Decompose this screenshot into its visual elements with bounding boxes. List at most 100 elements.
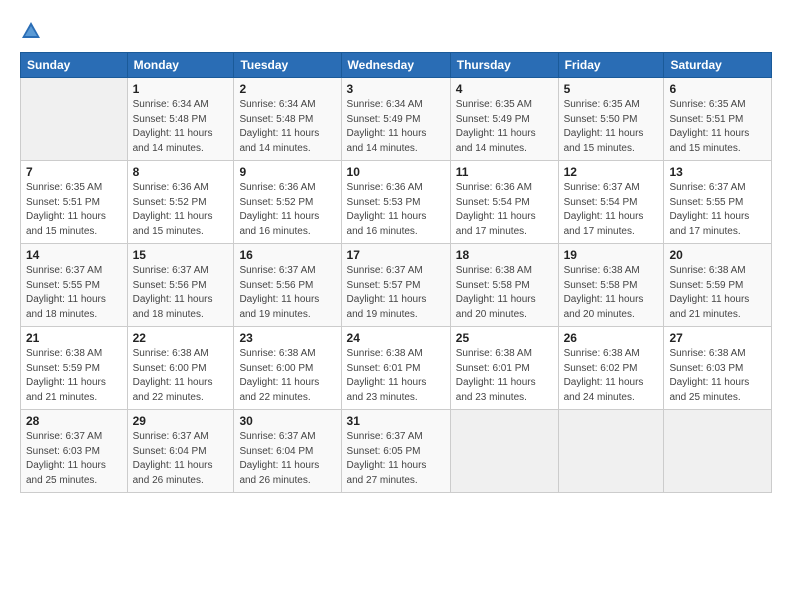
week-row-0: 1 Sunrise: 6:34 AM Sunset: 5:48 PM Daylig… bbox=[21, 78, 772, 161]
header-friday: Friday bbox=[558, 53, 664, 78]
calendar-table: SundayMondayTuesdayWednesdayThursdayFrid… bbox=[20, 52, 772, 493]
calendar-cell: 9 Sunrise: 6:36 AM Sunset: 5:52 PM Daylig… bbox=[234, 161, 341, 244]
day-number: 4 bbox=[456, 82, 553, 96]
day-number: 6 bbox=[669, 82, 766, 96]
calendar-cell: 31 Sunrise: 6:37 AM Sunset: 6:05 PM Dayli… bbox=[341, 410, 450, 493]
day-info: Sunrise: 6:38 AM Sunset: 5:59 PM Dayligh… bbox=[26, 347, 122, 405]
calendar-cell: 23Sunrise: 6:38 AM Sunset: 6:00 PM Dayli… bbox=[234, 327, 341, 410]
calendar-cell: 21 Sunrise: 6:38 AM Sunset: 5:59 PM Dayli… bbox=[21, 327, 128, 410]
calendar-cell: 18 Sunrise: 6:38 AM Sunset: 5:58 PM Dayli… bbox=[450, 244, 558, 327]
calendar-cell: 27Sunrise: 6:38 AM Sunset: 6:03 PM Dayli… bbox=[664, 327, 772, 410]
day-number: 5 bbox=[564, 82, 659, 96]
day-number: 11 bbox=[456, 165, 553, 179]
day-info: Sunrise: 6:34 AM Sunset: 5:48 PM Dayligh… bbox=[239, 98, 335, 156]
day-number: 10 bbox=[347, 165, 445, 179]
day-number: 7 bbox=[26, 165, 122, 179]
day-info: Sunrise: 6:35 AM Sunset: 5:50 PM Dayligh… bbox=[564, 98, 659, 156]
day-info: Sunrise: 6:36 AM Sunset: 5:53 PM Dayligh… bbox=[347, 181, 445, 239]
calendar-cell: 24Sunrise: 6:38 AM Sunset: 6:01 PM Dayli… bbox=[341, 327, 450, 410]
week-row-1: 7 Sunrise: 6:35 AM Sunset: 5:51 PM Daylig… bbox=[21, 161, 772, 244]
header-sunday: Sunday bbox=[21, 53, 128, 78]
calendar-cell: 11 Sunrise: 6:36 AM Sunset: 5:54 PM Dayli… bbox=[450, 161, 558, 244]
calendar-cell: 5 Sunrise: 6:35 AM Sunset: 5:50 PM Daylig… bbox=[558, 78, 664, 161]
day-number: 2 bbox=[239, 82, 335, 96]
week-row-2: 14 Sunrise: 6:37 AM Sunset: 5:55 PM Dayli… bbox=[21, 244, 772, 327]
day-number: 27 bbox=[669, 331, 766, 345]
header-thursday: Thursday bbox=[450, 53, 558, 78]
day-number: 15 bbox=[133, 248, 229, 262]
day-info: Sunrise: 6:37 AM Sunset: 6:04 PM Dayligh… bbox=[133, 430, 229, 488]
week-row-3: 21 Sunrise: 6:38 AM Sunset: 5:59 PM Dayli… bbox=[21, 327, 772, 410]
day-number: 8 bbox=[133, 165, 229, 179]
calendar-cell: 3Sunrise: 6:34 AM Sunset: 5:49 PM Daylig… bbox=[341, 78, 450, 161]
day-info: Sunrise: 6:37 AM Sunset: 6:04 PM Dayligh… bbox=[239, 430, 335, 488]
day-number: 22 bbox=[133, 331, 229, 345]
calendar-cell: 28Sunrise: 6:37 AM Sunset: 6:03 PM Dayli… bbox=[21, 410, 128, 493]
header-row: SundayMondayTuesdayWednesdayThursdayFrid… bbox=[21, 53, 772, 78]
calendar-cell: 12Sunrise: 6:37 AM Sunset: 5:54 PM Dayli… bbox=[558, 161, 664, 244]
calendar-body: 1 Sunrise: 6:34 AM Sunset: 5:48 PM Daylig… bbox=[21, 78, 772, 493]
day-number: 21 bbox=[26, 331, 122, 345]
day-number: 16 bbox=[239, 248, 335, 262]
calendar-cell: 7 Sunrise: 6:35 AM Sunset: 5:51 PM Daylig… bbox=[21, 161, 128, 244]
day-number: 17 bbox=[347, 248, 445, 262]
calendar-cell: 25 Sunrise: 6:38 AM Sunset: 6:01 PM Dayli… bbox=[450, 327, 558, 410]
day-number: 20 bbox=[669, 248, 766, 262]
day-number: 25 bbox=[456, 331, 553, 345]
day-info: Sunrise: 6:38 AM Sunset: 6:00 PM Dayligh… bbox=[133, 347, 229, 405]
day-number: 18 bbox=[456, 248, 553, 262]
day-info: Sunrise: 6:34 AM Sunset: 5:48 PM Dayligh… bbox=[133, 98, 229, 156]
calendar-cell bbox=[450, 410, 558, 493]
calendar-header: SundayMondayTuesdayWednesdayThursdayFrid… bbox=[21, 53, 772, 78]
calendar-cell: 10 Sunrise: 6:36 AM Sunset: 5:53 PM Dayli… bbox=[341, 161, 450, 244]
day-info: Sunrise: 6:34 AM Sunset: 5:49 PM Dayligh… bbox=[347, 98, 445, 156]
calendar-cell: 14 Sunrise: 6:37 AM Sunset: 5:55 PM Dayli… bbox=[21, 244, 128, 327]
week-row-4: 28Sunrise: 6:37 AM Sunset: 6:03 PM Dayli… bbox=[21, 410, 772, 493]
day-number: 26 bbox=[564, 331, 659, 345]
day-number: 9 bbox=[239, 165, 335, 179]
calendar-cell: 20 Sunrise: 6:38 AM Sunset: 5:59 PM Dayli… bbox=[664, 244, 772, 327]
day-number: 1 bbox=[133, 82, 229, 96]
calendar-cell: 16 Sunrise: 6:37 AM Sunset: 5:56 PM Dayli… bbox=[234, 244, 341, 327]
calendar-cell bbox=[21, 78, 128, 161]
calendar-cell bbox=[558, 410, 664, 493]
header-saturday: Saturday bbox=[664, 53, 772, 78]
calendar-cell: 1 Sunrise: 6:34 AM Sunset: 5:48 PM Daylig… bbox=[127, 78, 234, 161]
day-info: Sunrise: 6:36 AM Sunset: 5:52 PM Dayligh… bbox=[239, 181, 335, 239]
day-info: Sunrise: 6:36 AM Sunset: 5:54 PM Dayligh… bbox=[456, 181, 553, 239]
calendar-cell: 4Sunrise: 6:35 AM Sunset: 5:49 PM Daylig… bbox=[450, 78, 558, 161]
calendar-cell: 17Sunrise: 6:37 AM Sunset: 5:57 PM Dayli… bbox=[341, 244, 450, 327]
day-info: Sunrise: 6:38 AM Sunset: 6:02 PM Dayligh… bbox=[564, 347, 659, 405]
calendar-cell: 26 Sunrise: 6:38 AM Sunset: 6:02 PM Dayli… bbox=[558, 327, 664, 410]
calendar-cell: 30 Sunrise: 6:37 AM Sunset: 6:04 PM Dayli… bbox=[234, 410, 341, 493]
day-number: 30 bbox=[239, 414, 335, 428]
logo bbox=[20, 20, 46, 42]
day-info: Sunrise: 6:37 AM Sunset: 5:56 PM Dayligh… bbox=[239, 264, 335, 322]
calendar-cell: 13Sunrise: 6:37 AM Sunset: 5:55 PM Dayli… bbox=[664, 161, 772, 244]
day-number: 14 bbox=[26, 248, 122, 262]
day-info: Sunrise: 6:38 AM Sunset: 5:58 PM Dayligh… bbox=[564, 264, 659, 322]
day-info: Sunrise: 6:37 AM Sunset: 6:05 PM Dayligh… bbox=[347, 430, 445, 488]
day-info: Sunrise: 6:37 AM Sunset: 5:54 PM Dayligh… bbox=[564, 181, 659, 239]
calendar-cell: 29Sunrise: 6:37 AM Sunset: 6:04 PM Dayli… bbox=[127, 410, 234, 493]
calendar-cell: 15Sunrise: 6:37 AM Sunset: 5:56 PM Dayli… bbox=[127, 244, 234, 327]
day-info: Sunrise: 6:37 AM Sunset: 6:03 PM Dayligh… bbox=[26, 430, 122, 488]
day-info: Sunrise: 6:35 AM Sunset: 5:51 PM Dayligh… bbox=[26, 181, 122, 239]
calendar-cell: 19 Sunrise: 6:38 AM Sunset: 5:58 PM Dayli… bbox=[558, 244, 664, 327]
day-info: Sunrise: 6:38 AM Sunset: 5:59 PM Dayligh… bbox=[669, 264, 766, 322]
day-number: 31 bbox=[347, 414, 445, 428]
calendar-cell bbox=[664, 410, 772, 493]
calendar-cell: 8 Sunrise: 6:36 AM Sunset: 5:52 PM Daylig… bbox=[127, 161, 234, 244]
header-wednesday: Wednesday bbox=[341, 53, 450, 78]
day-info: Sunrise: 6:36 AM Sunset: 5:52 PM Dayligh… bbox=[133, 181, 229, 239]
header-tuesday: Tuesday bbox=[234, 53, 341, 78]
day-number: 19 bbox=[564, 248, 659, 262]
day-info: Sunrise: 6:37 AM Sunset: 5:55 PM Dayligh… bbox=[26, 264, 122, 322]
page: SundayMondayTuesdayWednesdayThursdayFrid… bbox=[0, 0, 792, 612]
header-monday: Monday bbox=[127, 53, 234, 78]
day-info: Sunrise: 6:38 AM Sunset: 6:01 PM Dayligh… bbox=[456, 347, 553, 405]
day-number: 13 bbox=[669, 165, 766, 179]
calendar-cell: 2 Sunrise: 6:34 AM Sunset: 5:48 PM Daylig… bbox=[234, 78, 341, 161]
day-info: Sunrise: 6:38 AM Sunset: 5:58 PM Dayligh… bbox=[456, 264, 553, 322]
day-number: 24 bbox=[347, 331, 445, 345]
